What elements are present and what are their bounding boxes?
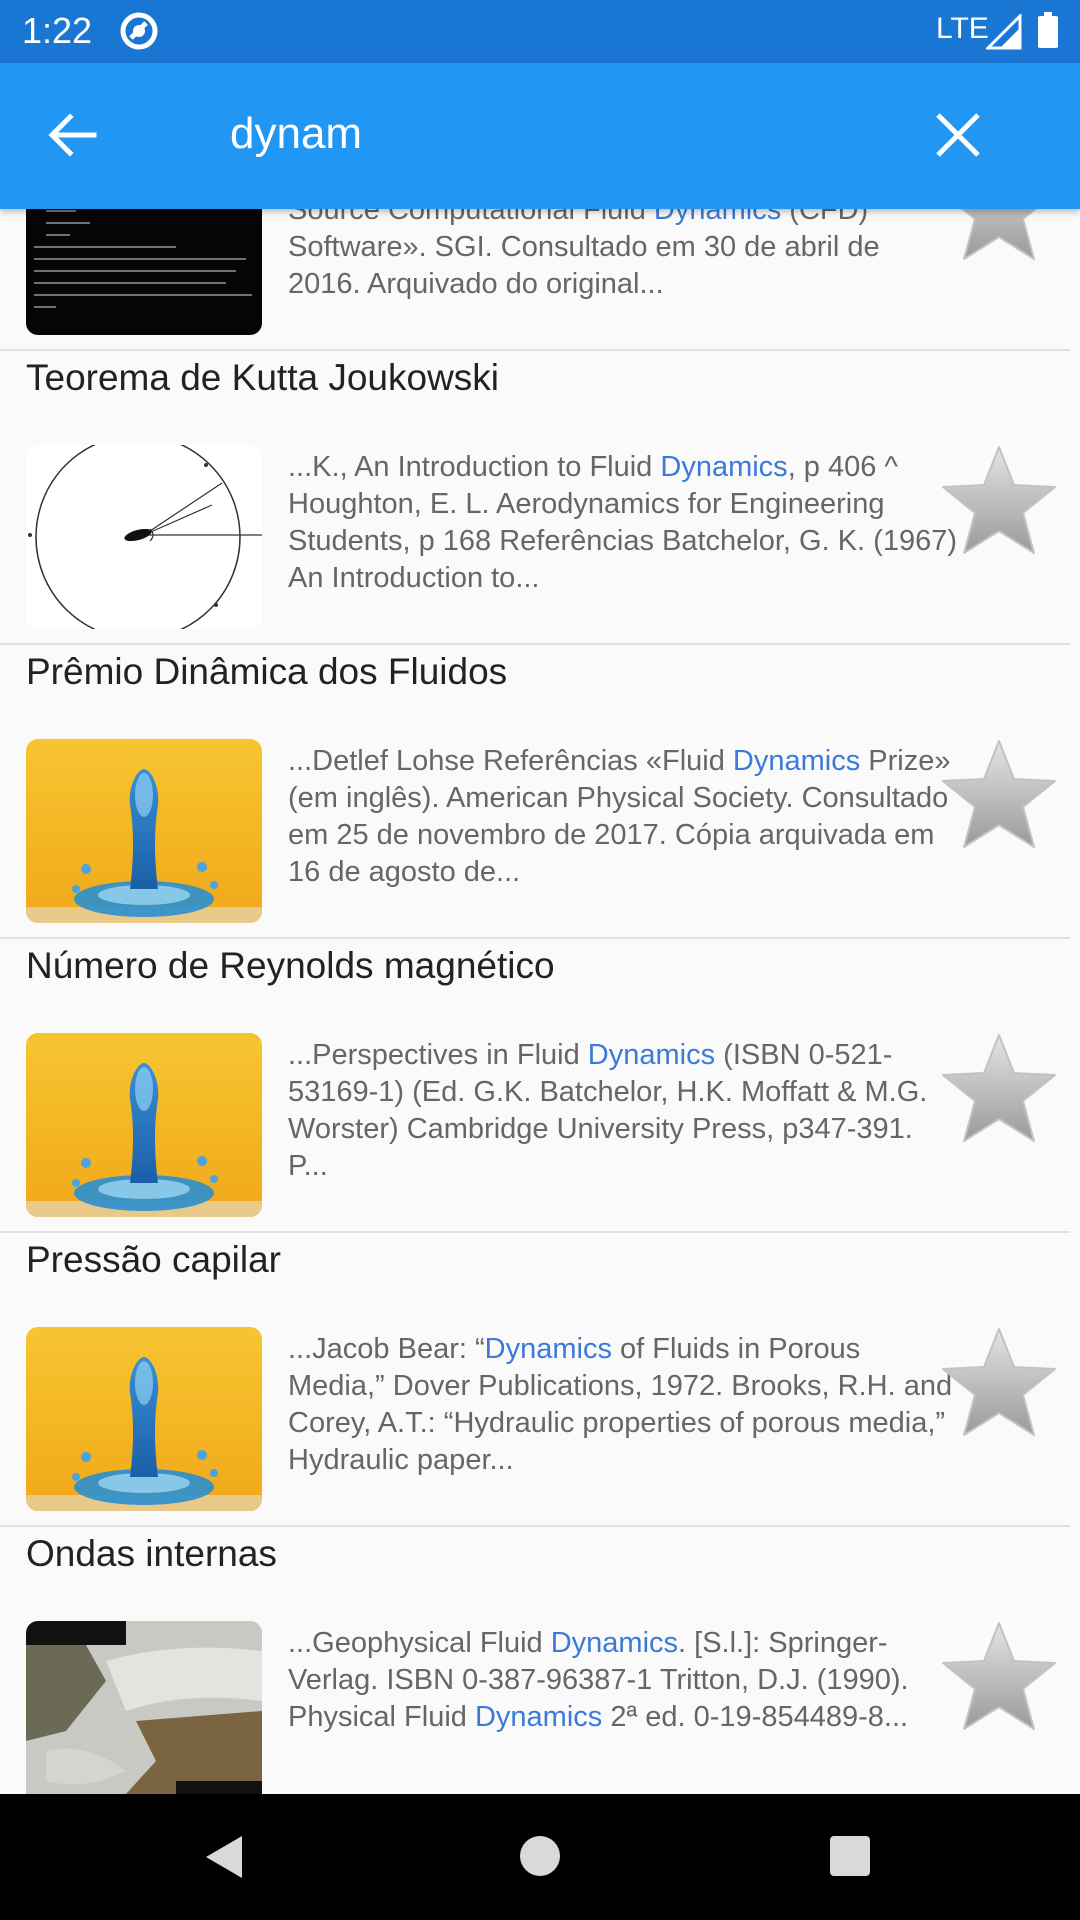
- nav-home-icon[interactable]: [520, 1836, 560, 1876]
- favorite-star-icon[interactable]: [938, 737, 1060, 857]
- result-thumbnail: [26, 209, 262, 335]
- sync-icon: [120, 12, 158, 50]
- result-snippet: ...K., An Introduction to Fluid Dynamics…: [288, 449, 958, 597]
- highlight-term: Dynamics: [484, 1333, 612, 1365]
- highlight-term: Dynamics: [660, 451, 788, 483]
- result-snippet: ...Perspectives in Fluid Dynamics (ISBN …: [288, 1037, 958, 1185]
- result-thumbnail: [26, 445, 262, 629]
- result-item[interactable]: Teorema de Kutta Joukowski ...K., An Int…: [0, 351, 1070, 645]
- snippet-text: 2ª ed. 0-19-854489-8...: [602, 1701, 909, 1733]
- result-item[interactable]: Prêmio Dinâmica dos Fluidos ...Detlef Lo…: [0, 645, 1070, 939]
- search-input[interactable]: [230, 103, 870, 165]
- favorite-star-icon[interactable]: [938, 209, 1060, 269]
- network-type: LTE: [936, 12, 989, 45]
- result-thumbnail: [26, 1621, 262, 1794]
- favorite-star-icon[interactable]: [938, 443, 1060, 563]
- snippet-text: ...Jacob Bear: “: [288, 1333, 485, 1365]
- highlight-term: Dynamics: [550, 1627, 679, 1659]
- highlight-term: Dynamics: [653, 209, 782, 226]
- result-snippet: ...SGI Acquires OpenCFD Ltd., the Leader…: [288, 209, 958, 303]
- search-results[interactable]: ...SGI Acquires OpenCFD Ltd., the Leader…: [0, 209, 1080, 1794]
- highlight-term: Dynamics: [587, 1039, 716, 1071]
- snippet-text: ...K., An Introduction to Fluid: [288, 451, 661, 483]
- close-icon[interactable]: [932, 109, 984, 161]
- result-item[interactable]: ...SGI Acquires OpenCFD Ltd., the Leader…: [0, 209, 1070, 351]
- battery-icon: [1038, 12, 1058, 48]
- search-toolbar: [0, 63, 1080, 209]
- status-bar: 1:22 LTE: [0, 0, 1080, 63]
- nav-recents-icon[interactable]: [830, 1836, 870, 1876]
- result-item[interactable]: Número de Reynolds magnético ...Perspect…: [0, 939, 1070, 1233]
- result-thumbnail: [26, 1327, 262, 1511]
- favorite-star-icon[interactable]: [938, 1031, 1060, 1151]
- status-time: 1:22: [22, 10, 93, 51]
- snippet-text: ...Detlef Lohse Referências «Fluid: [288, 745, 733, 777]
- result-title: Número de Reynolds magnético: [26, 945, 555, 986]
- result-title: Pressão capilar: [26, 1239, 282, 1280]
- result-list: ...SGI Acquires OpenCFD Ltd., the Leader…: [0, 209, 1070, 1794]
- navigation-bar: [0, 1794, 1080, 1920]
- result-snippet: ...Detlef Lohse Referências «Fluid Dynam…: [288, 743, 958, 891]
- result-snippet: ...Geophysical Fluid Dynamics. [S.l.]: S…: [288, 1625, 958, 1736]
- highlight-term: Dynamics: [732, 745, 861, 777]
- result-item[interactable]: Ondas internas ...Geophysical Fluid Dyna…: [0, 1527, 1070, 1794]
- result-title: Prêmio Dinâmica dos Fluidos: [26, 651, 508, 692]
- favorite-star-icon[interactable]: [938, 1325, 1060, 1445]
- nav-back-icon[interactable]: [202, 1834, 246, 1880]
- signal-icon: [986, 14, 1022, 50]
- result-snippet: ...Jacob Bear: “Dynamics of Fluids in Po…: [288, 1331, 958, 1479]
- result-thumbnail: [26, 1033, 262, 1217]
- result-item[interactable]: Pressão capilar ...Jacob Bear: “Dynamics…: [0, 1233, 1070, 1527]
- result-thumbnail: [26, 739, 262, 923]
- snippet-text: ...Perspectives in Fluid: [288, 1039, 588, 1071]
- favorite-star-icon[interactable]: [938, 1619, 1060, 1739]
- highlight-term: Dynamics: [474, 1701, 603, 1733]
- result-title: Ondas internas: [26, 1533, 277, 1574]
- result-title: Teorema de Kutta Joukowski: [26, 357, 500, 398]
- back-arrow-icon[interactable]: [44, 107, 100, 163]
- snippet-text: ...Geophysical Fluid: [288, 1627, 551, 1659]
